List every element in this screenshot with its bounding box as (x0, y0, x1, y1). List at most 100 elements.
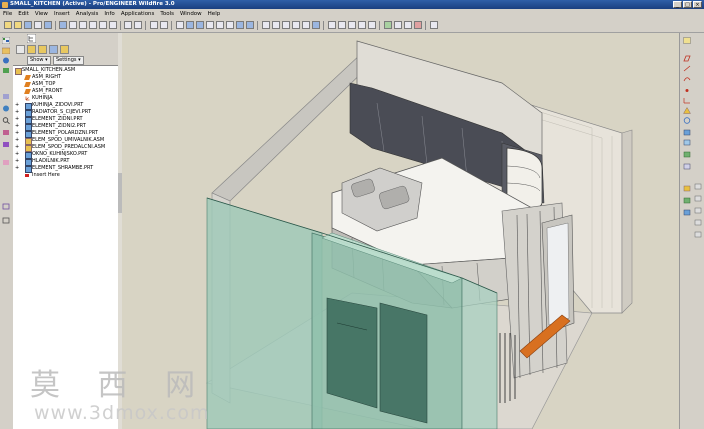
tree-arrow-icon[interactable] (16, 45, 25, 54)
orient-mode-icon[interactable] (196, 21, 204, 29)
expand-icon[interactable]: + (15, 130, 19, 137)
palette-icon[interactable] (2, 141, 10, 148)
chamfer-icon[interactable] (694, 231, 702, 238)
analysis-icon[interactable] (683, 107, 691, 114)
close-button[interactable]: × (693, 1, 702, 8)
wireframe-icon[interactable] (282, 21, 290, 29)
round-icon[interactable] (683, 117, 691, 124)
plane-icon[interactable] (683, 55, 691, 62)
cut-icon[interactable] (89, 21, 97, 29)
offset-icon[interactable] (694, 195, 702, 202)
copy-icon[interactable] (99, 21, 107, 29)
layers-icon[interactable] (262, 21, 270, 29)
tree-save-icon[interactable] (49, 45, 58, 54)
show-dropdown[interactable]: Show ▾ (27, 56, 51, 65)
email-icon[interactable] (44, 21, 52, 29)
menu-applications[interactable]: Applications (118, 9, 158, 19)
redo-arrow-icon[interactable] (134, 21, 142, 29)
menu-tools[interactable]: Tools (157, 9, 177, 19)
repeat-icon[interactable] (683, 151, 691, 158)
rib-icon[interactable] (694, 219, 702, 226)
tree-item-asm-top[interactable]: ASM_TOP (13, 81, 121, 88)
expand-icon[interactable]: + (15, 116, 19, 123)
tree-item-insert-here[interactable]: Insert Here (13, 172, 121, 179)
tree-item-element-zidni[interactable]: + ELEMENT_ZIDNI.PRT (13, 116, 121, 124)
tree-item-hladilnik[interactable]: + HLADILNIK.PRT (13, 158, 121, 166)
open-file-icon[interactable] (14, 21, 22, 29)
tree-item-kuhinja[interactable]: KUHINJA (13, 95, 121, 102)
layer-tree-icon[interactable] (2, 93, 10, 100)
tree-item-element-polardzni[interactable]: + ELEMENT_POLARDZNI.PRT (13, 130, 121, 138)
menu-window[interactable]: Window (177, 9, 205, 19)
tree-item-element-shrambe[interactable]: + ELEMENT_SHRAMBE.PRT (13, 165, 121, 173)
assemble-icon[interactable] (683, 129, 691, 136)
expand-icon[interactable]: + (15, 137, 19, 144)
expand-icon[interactable]: + (15, 102, 19, 109)
expand-icon[interactable]: + (15, 158, 19, 165)
tree-item-radiator[interactable]: + RADIATOR_S_CIJEVI.PRT (13, 109, 121, 117)
maximize-button[interactable]: □ (683, 1, 692, 8)
curve-icon[interactable] (683, 75, 691, 82)
menu-analysis[interactable]: Analysis (73, 9, 102, 19)
print-icon[interactable] (34, 21, 42, 29)
regenerate-icon[interactable] (59, 21, 67, 29)
expand-icon[interactable]: + (15, 151, 19, 158)
zoom-out-icon[interactable] (216, 21, 224, 29)
menu-help[interactable]: Help (205, 9, 224, 19)
folder-browser-icon[interactable] (2, 47, 10, 54)
select-icon[interactable] (160, 21, 168, 29)
tree-item-elem-spod-umivalnik[interactable]: + ELEM_SPOD_UMIVALNIK.ASM (13, 137, 121, 145)
expand-icon[interactable]: + (15, 123, 19, 130)
datum-planes-icon[interactable] (328, 21, 336, 29)
sketch-tool-icon[interactable] (2, 159, 10, 166)
tree-item-asm-front[interactable]: ASM_FRONT (13, 88, 121, 95)
undo-arrow-icon[interactable] (124, 21, 132, 29)
coordinate-systems-icon[interactable] (358, 21, 366, 29)
redo-icon[interactable] (79, 21, 87, 29)
model-tree-tab-icon[interactable] (27, 34, 36, 43)
shading-icon[interactable] (312, 21, 320, 29)
tree-open-icon[interactable] (38, 45, 47, 54)
tree-item-okno[interactable]: + OKNO_KUHINJSKO.PRT (13, 151, 121, 159)
search-icon[interactable] (2, 117, 10, 124)
undo-icon[interactable] (69, 21, 77, 29)
tree-item-element-zidni2[interactable]: + ELEMENT_ZIDNI2.PRT (13, 123, 121, 131)
appearance-icon[interactable] (414, 21, 422, 29)
menu-file[interactable]: File (0, 9, 15, 19)
tree-export-icon[interactable] (60, 45, 69, 54)
toolbar-more-icon[interactable] (430, 21, 438, 29)
datum-axes-icon[interactable] (338, 21, 346, 29)
web-icon[interactable] (2, 105, 10, 112)
context-help-icon[interactable] (394, 21, 402, 29)
tree-folder-icon[interactable] (27, 45, 36, 54)
settings-dropdown[interactable]: Settings ▾ (53, 56, 84, 65)
shell-icon[interactable] (683, 209, 691, 216)
csys-icon[interactable] (683, 97, 691, 104)
annotations-icon[interactable] (368, 21, 376, 29)
model-tree-icon[interactable] (2, 37, 10, 44)
history-icon[interactable] (2, 129, 10, 136)
refit-icon[interactable] (226, 21, 234, 29)
connections-icon[interactable] (2, 67, 10, 74)
tree-item-asm-right[interactable]: ASM_RIGHT (13, 74, 121, 81)
reorient-icon[interactable] (236, 21, 244, 29)
repaint-icon[interactable] (176, 21, 184, 29)
menu-edit[interactable]: Edit (15, 9, 32, 19)
expand-icon[interactable]: + (15, 144, 19, 151)
filter-icon[interactable] (404, 21, 412, 29)
measure-icon[interactable] (683, 185, 691, 192)
datum-points-icon[interactable] (348, 21, 356, 29)
expand-icon[interactable]: + (15, 165, 19, 172)
axis-icon[interactable] (683, 65, 691, 72)
tree-item-small-kitchen[interactable]: SMALL_KITCHEN.ASM (13, 67, 121, 75)
new-file-icon[interactable] (4, 21, 12, 29)
no-hidden-icon[interactable] (302, 21, 310, 29)
favorites-icon[interactable] (2, 57, 10, 64)
menu-info[interactable]: Info (101, 9, 117, 19)
draft-icon[interactable] (694, 207, 702, 214)
menu-view[interactable]: View (32, 9, 51, 19)
tree-item-elem-spod-predalcni[interactable]: + ELEM_SPOD_PREDALCNI.ASM (13, 144, 121, 152)
menu-insert[interactable]: Insert (51, 9, 73, 19)
view-tool-icon[interactable] (2, 217, 10, 224)
sketch-icon[interactable] (683, 37, 691, 44)
